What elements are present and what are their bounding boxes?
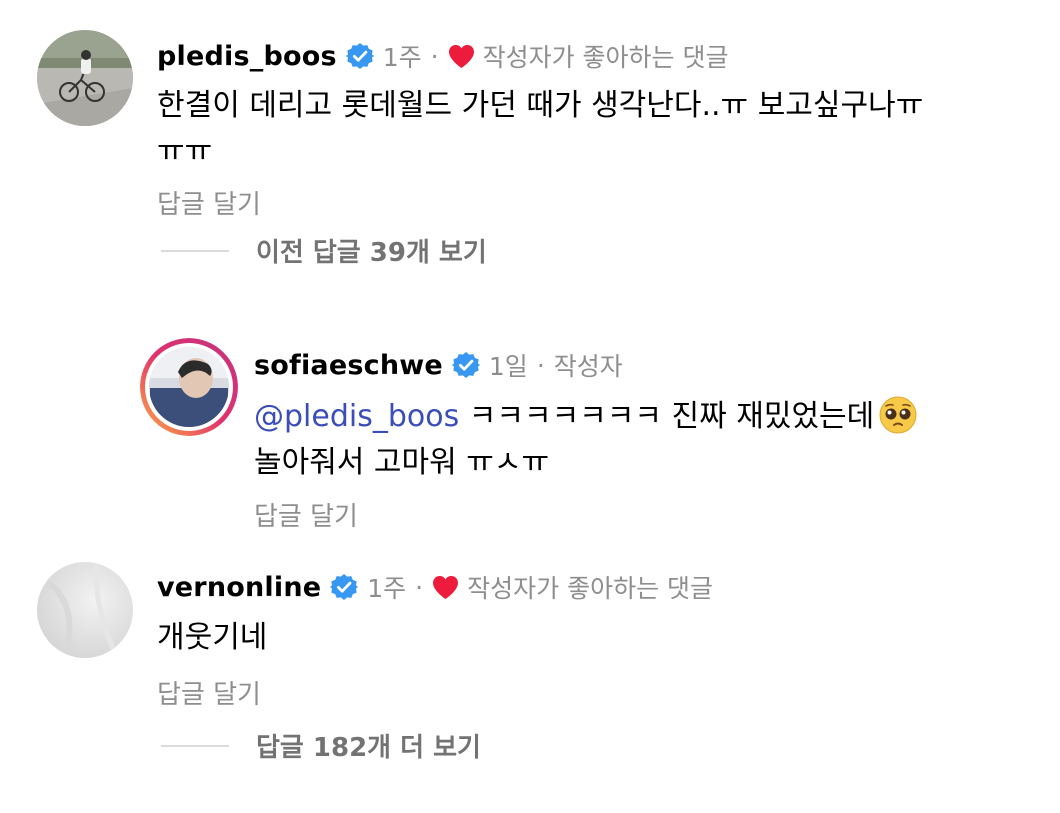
comment-header: sofiaeschwe 1일 · 작성자	[254, 345, 623, 385]
reply-button[interactable]: 답글 달기	[157, 184, 261, 221]
avatar[interactable]	[37, 30, 133, 126]
comment-header: vernonline 1주 · 작성자가 좋아하는 댓글	[157, 567, 713, 607]
heart-icon	[448, 44, 474, 68]
avatar	[140, 338, 238, 436]
divider-line	[161, 744, 229, 747]
comment-time: 1주	[367, 574, 407, 603]
comment-text: ㅋㅋㅋㅋㅋㅋㅋ 진짜 재밌었는데	[459, 399, 875, 434]
comment-text-line: @pledis_boos ㅋㅋㅋㅋㅋㅋㅋ 진짜 재밌었는데	[254, 394, 918, 440]
mention-link[interactable]: @pledis_boos	[254, 399, 459, 434]
verified-badge-icon	[330, 574, 359, 600]
username[interactable]: sofiaeschwe	[254, 350, 443, 381]
separator-dot: ·	[536, 350, 545, 380]
reply-button[interactable]: 답글 달기	[157, 674, 261, 711]
view-previous-replies-button[interactable]: 이전 답글 39개 보기	[161, 232, 487, 269]
avatar-photo	[37, 30, 133, 126]
divider-line	[161, 249, 229, 252]
verified-badge-icon	[451, 352, 480, 378]
heart-icon	[433, 575, 459, 599]
comment-text-line: 한결이 데리고 롯데월드 가던 때가 생각난다..ㅠ 보고싶구나ㅠ	[157, 88, 924, 123]
comment-time: 1일	[488, 352, 528, 381]
view-replies-label: 이전 답글 39개 보기	[256, 238, 487, 268]
comment-text-line: ㅠㅠ	[157, 134, 213, 169]
comment-text-line: 개웃기네	[157, 620, 268, 655]
username[interactable]: vernonline	[157, 572, 321, 603]
liked-by-author-label: 작성자가 좋아하는 댓글	[467, 574, 714, 603]
pleading-face-emoji	[879, 396, 917, 434]
view-replies-label: 답글 182개 더 보기	[256, 733, 481, 763]
author-label: 작성자	[553, 352, 623, 381]
verified-badge-icon	[345, 43, 374, 69]
view-more-replies-button[interactable]: 답글 182개 더 보기	[161, 727, 481, 764]
avatar-story-ring[interactable]	[140, 338, 238, 436]
avatar-photo	[37, 562, 133, 658]
liked-by-author-label: 작성자가 좋아하는 댓글	[482, 43, 729, 72]
comment-text-line: 놀아줘서 고마워 ㅠㅅㅠ	[254, 445, 550, 480]
comment-header: pledis_boos 1주 · 작성자가 좋아하는 댓글	[157, 36, 729, 76]
comment-time: 1주	[382, 43, 422, 72]
reply-button[interactable]: 답글 달기	[254, 496, 358, 533]
username[interactable]: pledis_boos	[157, 41, 337, 72]
avatar[interactable]	[37, 562, 133, 658]
separator-dot: ·	[430, 41, 439, 71]
separator-dot: ·	[415, 572, 424, 602]
